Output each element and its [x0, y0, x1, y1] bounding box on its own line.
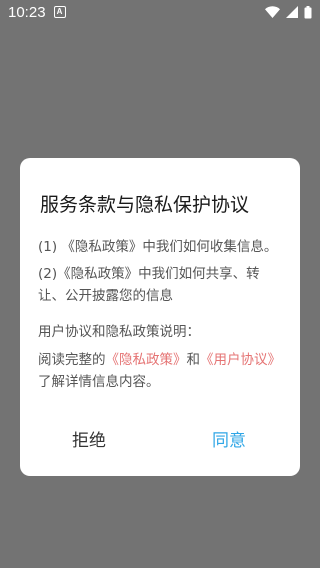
read-suffix: 了解详情信息内容。: [38, 374, 160, 390]
battery-icon: [304, 5, 312, 19]
a-badge-icon: A: [53, 6, 66, 18]
privacy-dialog: 服务条款与隐私保护协议 (1) 《隐私政策》中我们如何收集信息。 (2)《隐私政…: [20, 158, 300, 476]
agree-button[interactable]: 同意: [212, 426, 246, 451]
signal-icon: [286, 6, 298, 18]
policy-item-collect: (1) 《隐私政策》中我们如何收集信息。: [38, 239, 278, 255]
reject-button[interactable]: 拒绝: [72, 426, 106, 451]
policy-item-share: (2)《隐私政策》中我们如何共享、转让、公开披露您的信息: [38, 266, 260, 304]
privacy-policy-link[interactable]: 《隐私政策》: [106, 352, 187, 368]
wifi-icon: [265, 6, 280, 18]
status-time: 10:23: [8, 3, 46, 21]
read-prefix: 阅读完整的: [38, 352, 106, 368]
status-bar: 10:23 A: [0, 0, 320, 24]
and-text: 和: [186, 352, 201, 368]
user-agreement-link[interactable]: 《用户协议》: [200, 352, 281, 368]
read-notice: 阅读完整的《隐私政策》和《用户协议》了解详情信息内容。: [38, 349, 286, 393]
dialog-title: 服务条款与隐私保护协议: [40, 194, 250, 216]
explain-heading: 用户协议和隐私政策说明：: [38, 324, 200, 340]
